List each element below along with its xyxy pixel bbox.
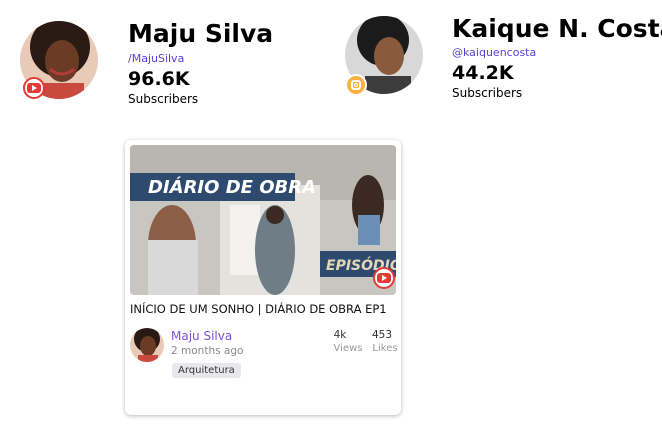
creator-handle[interactable]: /MajuSilva [128, 52, 184, 65]
creator-name[interactable]: Maju Silva [128, 19, 273, 48]
youtube-icon [23, 77, 45, 99]
author-avatar[interactable] [130, 328, 164, 362]
video-author[interactable]: Maju Silva [171, 329, 232, 343]
creator-avatar[interactable] [20, 21, 98, 99]
subscriber-count: 44.2K [452, 62, 514, 84]
subscriber-count: 96.6K [128, 68, 190, 90]
creator-name[interactable]: Kaique N. Costa [452, 14, 662, 43]
video-thumbnail[interactable]: DIÁRIO DE OBRA EPISÓDIO 1 [130, 145, 396, 295]
subscriber-label: Subscribers [128, 92, 199, 106]
views-count: 4k [333, 329, 347, 341]
video-posted-time: 2 months ago [171, 345, 244, 357]
creator-handle[interactable]: @kaiquencosta [452, 46, 536, 59]
category-tag[interactable]: Arquitetura [172, 363, 241, 378]
video-card[interactable]: DIÁRIO DE OBRA EPISÓDIO 1 INÍCIO DE UM S… [125, 140, 401, 415]
creator-avatar[interactable] [345, 16, 423, 96]
video-title[interactable]: INÍCIO DE UM SONHO | DIÁRIO DE OBRA EP1 [130, 302, 387, 316]
instagram-icon [345, 74, 367, 96]
views-label: Views [333, 343, 363, 354]
likes-count: 453 [371, 329, 393, 341]
subscriber-label: Subscribers [452, 86, 523, 100]
likes-label: Likes [372, 343, 398, 354]
youtube-icon [373, 267, 395, 289]
thumbnail-title: DIÁRIO DE OBRA [148, 176, 316, 198]
